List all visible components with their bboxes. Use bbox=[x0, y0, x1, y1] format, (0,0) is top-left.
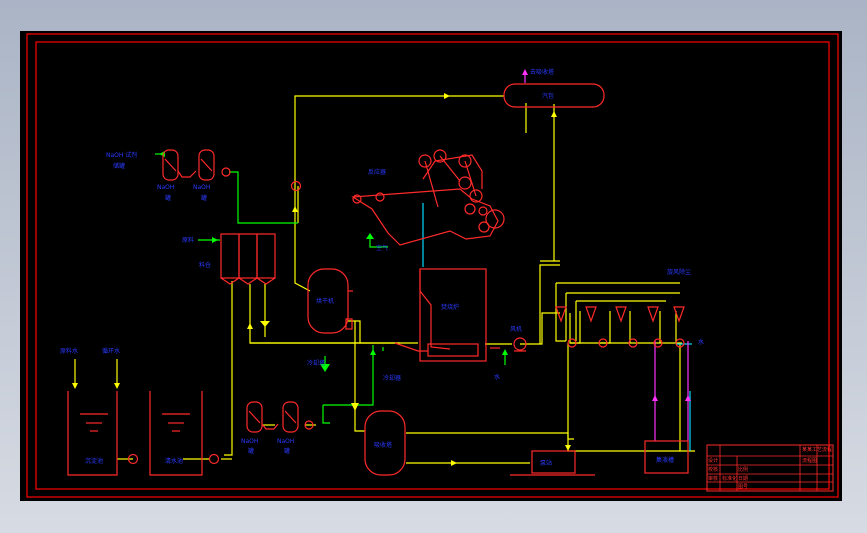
main-pipes bbox=[117, 95, 695, 464]
tb-scale: 比例 bbox=[738, 466, 748, 473]
label-recycle-water: 循环水 bbox=[102, 347, 120, 355]
tb-title: 某某工艺流程 bbox=[802, 446, 832, 453]
equipment bbox=[67, 83, 689, 476]
label-clear-pool: 清水池 bbox=[165, 457, 183, 465]
dryer-body bbox=[351, 188, 499, 246]
label-dryer: 烘干机 bbox=[316, 297, 334, 305]
label-tank1-b: 罐 bbox=[165, 194, 171, 202]
label-water: 水 bbox=[494, 373, 500, 381]
label-lower-tank1-b: 罐 bbox=[248, 447, 254, 455]
valve-return bbox=[290, 180, 302, 192]
label-silo: 料仓 bbox=[199, 261, 211, 269]
label-steam-drum: 汽包 bbox=[542, 92, 554, 100]
label-cyclones: 旋风除尘 bbox=[667, 268, 691, 276]
label-furnace: 焚烧炉 bbox=[441, 303, 459, 311]
label-air-in: 空气 bbox=[376, 244, 388, 252]
gas-pipes bbox=[524, 72, 689, 441]
tb-date: 日期 bbox=[738, 476, 748, 482]
label-raw-material: 原料 bbox=[182, 236, 194, 244]
silo-b bbox=[238, 233, 258, 279]
label-tank2-b: 罐 bbox=[201, 194, 207, 202]
silo-c bbox=[256, 233, 276, 279]
water-pipes bbox=[422, 203, 692, 451]
pump-top-left bbox=[221, 167, 231, 177]
label-to-absorber: 去吸收塔 bbox=[530, 68, 554, 76]
tb-approve: 审核 bbox=[708, 475, 718, 482]
silo-a bbox=[220, 233, 240, 279]
label-lower-tank2-b: 罐 bbox=[284, 447, 290, 455]
label-fan: 风机 bbox=[510, 325, 522, 333]
outer-frame bbox=[26, 33, 839, 498]
inner-frame bbox=[35, 41, 830, 490]
label-settling-pool: 沉淀池 bbox=[85, 457, 103, 465]
label-cooling-tower: 冷却塔 bbox=[307, 359, 325, 367]
tb-standard: 标准化 bbox=[722, 475, 737, 482]
pool-inlet-arrows bbox=[74, 359, 118, 386]
caustic-arrows bbox=[159, 151, 508, 372]
label-cooler: 冷却器 bbox=[383, 374, 401, 382]
tb-drawing-no: 图号 bbox=[738, 484, 748, 490]
label-tank1: NaOH bbox=[157, 184, 174, 191]
label-collector: 集液槽 bbox=[656, 456, 674, 464]
label-tank2: NaOH bbox=[193, 184, 210, 191]
process-flow-diagram: 某某工艺流程 设计 校核 审核 标准化 比例 日期 图号 流程图 去吸收塔 汽包… bbox=[26, 33, 839, 498]
label-reactor-top: 反应器 bbox=[368, 168, 386, 176]
label-feed-water: 原料水 bbox=[60, 347, 78, 355]
furnace-body bbox=[419, 268, 487, 362]
cad-drawing-viewport[interactable]: 某某工艺流程 设计 校核 审核 标准化 比例 日期 图号 流程图 去吸收塔 汽包… bbox=[20, 31, 842, 501]
gas-arrows bbox=[522, 69, 691, 401]
furnace-grate bbox=[427, 343, 479, 357]
tb-name: 流程图 bbox=[802, 457, 817, 464]
label-naoh-reagent: NaOH 试剂 bbox=[106, 151, 137, 159]
label-pump-station: 泵站 bbox=[540, 459, 552, 467]
pump-station bbox=[531, 450, 576, 474]
label-lower-tank1: NaOH bbox=[241, 438, 258, 445]
tb-check: 校核 bbox=[708, 466, 718, 473]
label-absorber: 吸收塔 bbox=[374, 441, 392, 449]
label-water-right: 水 bbox=[698, 338, 704, 346]
caustic-pipes bbox=[155, 153, 506, 424]
label-storage: 储罐 bbox=[113, 162, 125, 170]
pump-pool2 bbox=[208, 453, 220, 465]
tb-design: 设计 bbox=[708, 457, 718, 464]
label-lower-tank2: NaOH bbox=[277, 438, 294, 445]
